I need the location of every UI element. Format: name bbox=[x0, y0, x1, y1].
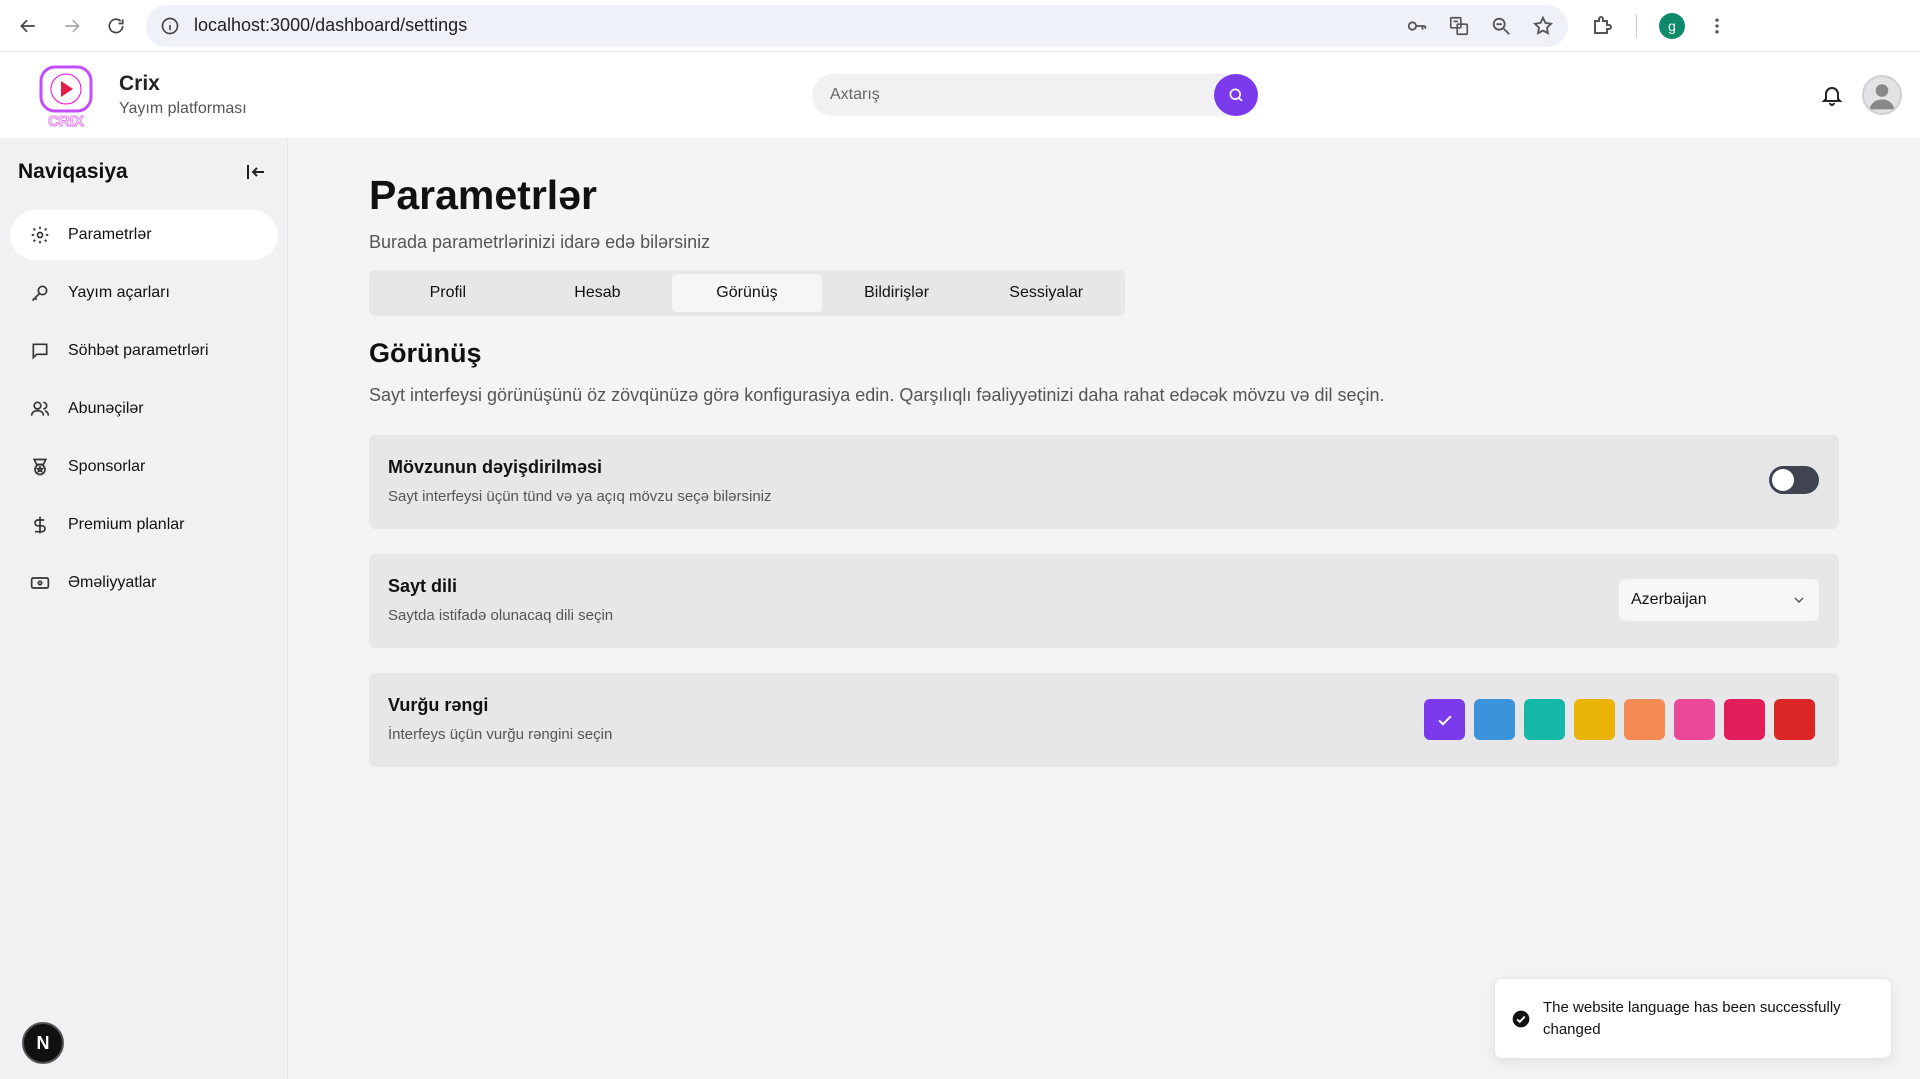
tab-notifications[interactable]: Bildirişlər bbox=[822, 274, 972, 312]
accent-color-swatch[interactable] bbox=[1474, 699, 1515, 740]
section-title: Görünüş bbox=[369, 338, 482, 368]
sidebar-item-chat-settings[interactable]: Söhbət parametrləri bbox=[10, 326, 278, 376]
theme-card-title: Mövzunun dəyişdirilməsi bbox=[388, 457, 603, 477]
key-icon bbox=[30, 283, 50, 303]
arrow-right-icon bbox=[65, 19, 80, 32]
password-key-icon[interactable] bbox=[1406, 15, 1428, 37]
zoom-icon[interactable] bbox=[1490, 15, 1512, 37]
language-select[interactable]: Azerbaijan bbox=[1619, 579, 1819, 621]
extensions-icon[interactable] bbox=[1590, 14, 1614, 38]
app-header: CRIX Crix Yayım platforması bbox=[0, 52, 1920, 138]
theme-card: Mövzunun dəyişdirilməsi Sayt interfeysi … bbox=[369, 435, 1839, 529]
accent-color-swatch[interactable] bbox=[1774, 699, 1815, 740]
accent-color-card: Vurğu rəngi İnterfeys üçün vurğu rəngini… bbox=[369, 673, 1839, 767]
language-card: Sayt dili Saytda istifadə olunacaq dili … bbox=[369, 554, 1839, 648]
browser-toolbar: localhost:3000/dashboard/settings g bbox=[0, 0, 1920, 52]
reload-icon bbox=[108, 17, 124, 33]
collapse-sidebar-button[interactable] bbox=[244, 160, 268, 184]
toast-message: The website language has been successful… bbox=[1543, 998, 1841, 1038]
gear-icon bbox=[30, 225, 50, 245]
toolbar-divider bbox=[1636, 13, 1637, 38]
reload-button[interactable] bbox=[94, 4, 138, 48]
toggle-knob bbox=[1772, 469, 1794, 491]
sidebar-item-settings[interactable]: Parametrlər bbox=[10, 210, 278, 260]
sidebar-item-label: Premium planlar bbox=[68, 516, 185, 533]
accent-color-swatch[interactable] bbox=[1624, 699, 1665, 740]
accent-color-swatches bbox=[1424, 699, 1815, 740]
arrow-left-icon bbox=[20, 19, 35, 32]
accent-color-swatch[interactable] bbox=[1424, 699, 1465, 740]
sidebar-nav: Parametrlər Yayım açarları Söhbət parame… bbox=[10, 210, 278, 616]
language-card-description: Saytda istifadə olunacaq dili seçin bbox=[388, 607, 614, 624]
tab-account[interactable]: Hesab bbox=[523, 274, 673, 312]
banknote-icon bbox=[30, 573, 50, 593]
more-vertical-icon[interactable] bbox=[1707, 14, 1727, 38]
tab-appearance[interactable]: Görünüş bbox=[672, 274, 822, 312]
sidebar: Naviqasiya Parametrlər Yayım açarları Sö… bbox=[0, 138, 288, 1079]
check-icon bbox=[1437, 715, 1452, 726]
accent-color-swatch[interactable] bbox=[1724, 699, 1765, 740]
chat-icon bbox=[30, 341, 50, 361]
brand-name: Crix bbox=[119, 72, 160, 95]
search-input[interactable] bbox=[830, 86, 1190, 104]
brand-subtitle: Yayım platforması bbox=[119, 100, 247, 117]
back-button[interactable] bbox=[6, 4, 50, 48]
search-icon bbox=[1229, 88, 1243, 102]
brand: Crix Yayım platforması bbox=[119, 72, 247, 118]
translate-icon[interactable] bbox=[1448, 15, 1470, 37]
forward-button[interactable] bbox=[50, 4, 94, 48]
settings-tabs: Profil Hesab Görünüş Bildirişlər Sessiya… bbox=[369, 270, 1125, 316]
sidebar-item-sponsors[interactable]: Sponsorlar bbox=[10, 442, 278, 492]
chevron-down-icon bbox=[1791, 592, 1807, 608]
sidebar-item-premium-plans[interactable]: Premium planlar bbox=[10, 500, 278, 550]
url-text[interactable]: localhost:3000/dashboard/settings bbox=[194, 15, 467, 36]
sidebar-item-label: Yayım açarları bbox=[68, 284, 170, 301]
search-button[interactable] bbox=[1214, 74, 1258, 116]
search-box bbox=[812, 74, 1258, 116]
dollar-icon bbox=[30, 515, 50, 535]
sidebar-item-transactions[interactable]: Əməliyyatlar bbox=[10, 558, 278, 608]
crix-logo[interactable]: CRIX bbox=[38, 64, 94, 131]
toast-notification: The website language has been successful… bbox=[1494, 978, 1892, 1059]
browser-profile-avatar[interactable]: g bbox=[1659, 12, 1685, 39]
bell-icon[interactable] bbox=[1820, 82, 1844, 108]
sidebar-item-subscribers[interactable]: Abunəçilər bbox=[10, 384, 278, 434]
users-icon bbox=[30, 399, 50, 419]
page-subtitle: Burada parametrlərinizi idarə edə bilərs… bbox=[369, 232, 711, 252]
sidebar-item-stream-keys[interactable]: Yayım açarları bbox=[10, 268, 278, 318]
sidebar-item-label: Əməliyyatlar bbox=[68, 574, 157, 591]
sidebar-item-label: Abunəçilər bbox=[68, 400, 144, 417]
accent-color-swatch[interactable] bbox=[1574, 699, 1615, 740]
arrow-left-to-line-icon bbox=[247, 165, 264, 179]
info-icon[interactable] bbox=[160, 16, 180, 36]
user-avatar[interactable] bbox=[1862, 75, 1902, 115]
user-icon bbox=[1869, 84, 1895, 110]
medal-icon bbox=[30, 457, 50, 477]
sidebar-title: Naviqasiya bbox=[18, 160, 128, 183]
tab-profile[interactable]: Profil bbox=[373, 274, 523, 312]
tab-sessions[interactable]: Sessiyalar bbox=[971, 274, 1121, 312]
language-select-value: Azerbaijan bbox=[1631, 591, 1707, 608]
sidebar-item-label: Sponsorlar bbox=[68, 458, 146, 475]
section-description: Sayt interfeysi görünüşünü öz zövqünüzə … bbox=[369, 385, 1385, 405]
address-bar[interactable]: localhost:3000/dashboard/settings bbox=[146, 4, 1568, 47]
sidebar-item-label: Söhbət parametrləri bbox=[68, 342, 209, 359]
accent-color-swatch[interactable] bbox=[1524, 699, 1565, 740]
nextjs-dev-badge[interactable]: N bbox=[22, 1022, 64, 1064]
bookmark-star-icon[interactable] bbox=[1532, 15, 1554, 37]
page-title: Parametrlər bbox=[369, 172, 597, 218]
svg-text:CRIX: CRIX bbox=[48, 113, 84, 128]
check-circle-icon bbox=[1511, 1009, 1531, 1029]
accent-color-swatch[interactable] bbox=[1674, 699, 1715, 740]
sidebar-item-label: Parametrlər bbox=[68, 226, 152, 243]
theme-toggle[interactable] bbox=[1769, 466, 1819, 494]
theme-card-description: Sayt interfeysi üçün tünd və ya açıq möv… bbox=[388, 488, 772, 505]
language-card-title: Sayt dili bbox=[388, 576, 458, 596]
